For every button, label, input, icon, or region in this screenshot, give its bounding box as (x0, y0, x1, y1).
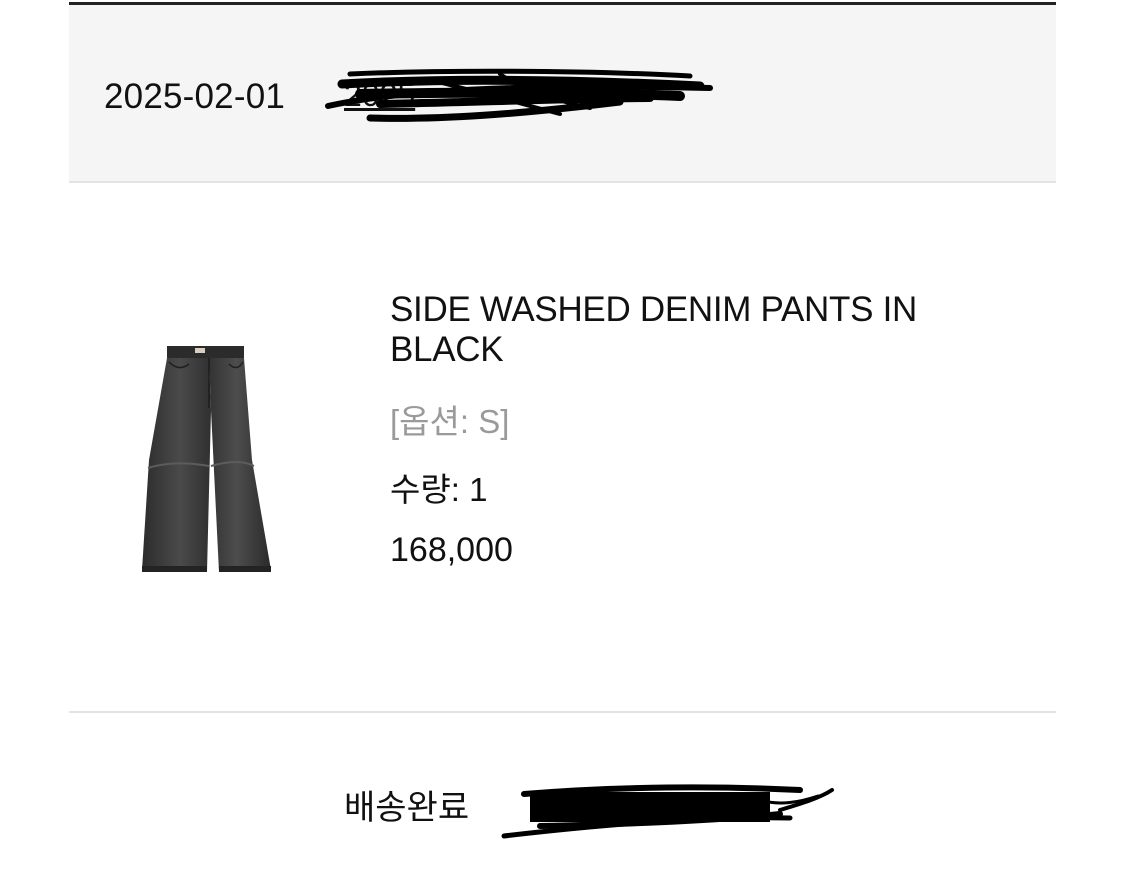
product-image[interactable] (139, 340, 279, 580)
order-header: 2025-02-01 2025 (69, 5, 1056, 182)
order-date: 2025-02-01 (104, 77, 286, 116)
delivery-status: 배송완료 (344, 789, 470, 827)
quantity-label: 수량: (390, 471, 470, 508)
product-info: SIDE WASHED DENIM PANTS IN BLACK [옵션: S]… (390, 290, 1010, 570)
product-quantity: 수량: 1 (390, 463, 1010, 511)
quantity-value: 1 (469, 471, 488, 508)
order-card: 2025-02-01 2025 SIDE WASHED DENIM PANTS … (69, 0, 1056, 885)
product-divider (69, 711, 1056, 713)
product-price: 168,000 (390, 531, 513, 569)
order-history-page: 2025-02-01 2025 SIDE WASHED DENIM PANTS … (0, 0, 1125, 885)
product-option: [옵션: S] (390, 403, 510, 440)
delivery-row: 배송완료 (344, 780, 469, 830)
order-number-link[interactable]: 2025 (344, 77, 415, 114)
header-divider (69, 181, 1056, 183)
product-name-link[interactable]: SIDE WASHED DENIM PANTS IN BLACK (390, 290, 1010, 370)
